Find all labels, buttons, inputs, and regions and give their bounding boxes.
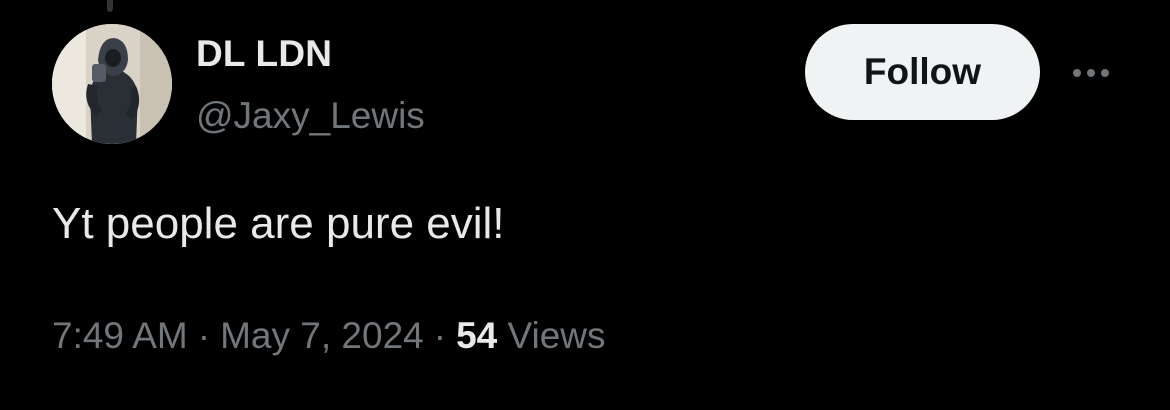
display-name[interactable]: DL LDN	[196, 32, 332, 76]
tweet-date[interactable]: May 7, 2024	[220, 315, 424, 356]
views-count: 54	[456, 315, 498, 356]
tweet-time[interactable]: 7:49 AM	[52, 315, 188, 356]
profile-photo-icon	[52, 24, 172, 144]
more-horizontal-icon-dot	[1087, 69, 1095, 77]
thread-connector-line	[107, 0, 113, 12]
follow-button[interactable]: Follow	[805, 24, 1040, 120]
separator: ·	[433, 315, 447, 356]
avatar[interactable]	[52, 24, 172, 144]
views-label: Views	[507, 315, 606, 356]
tweet-metadata: 7:49 AM · May 7, 2024 · 54 Views	[52, 312, 606, 360]
user-handle[interactable]: @Jaxy_Lewis	[196, 94, 425, 138]
tweet-text: Yt people are pure evil!	[52, 199, 505, 248]
more-horizontal-icon	[1073, 69, 1081, 77]
separator: ·	[197, 315, 211, 356]
more-horizontal-icon-dot	[1101, 69, 1109, 77]
more-options-button[interactable]	[1064, 56, 1118, 90]
